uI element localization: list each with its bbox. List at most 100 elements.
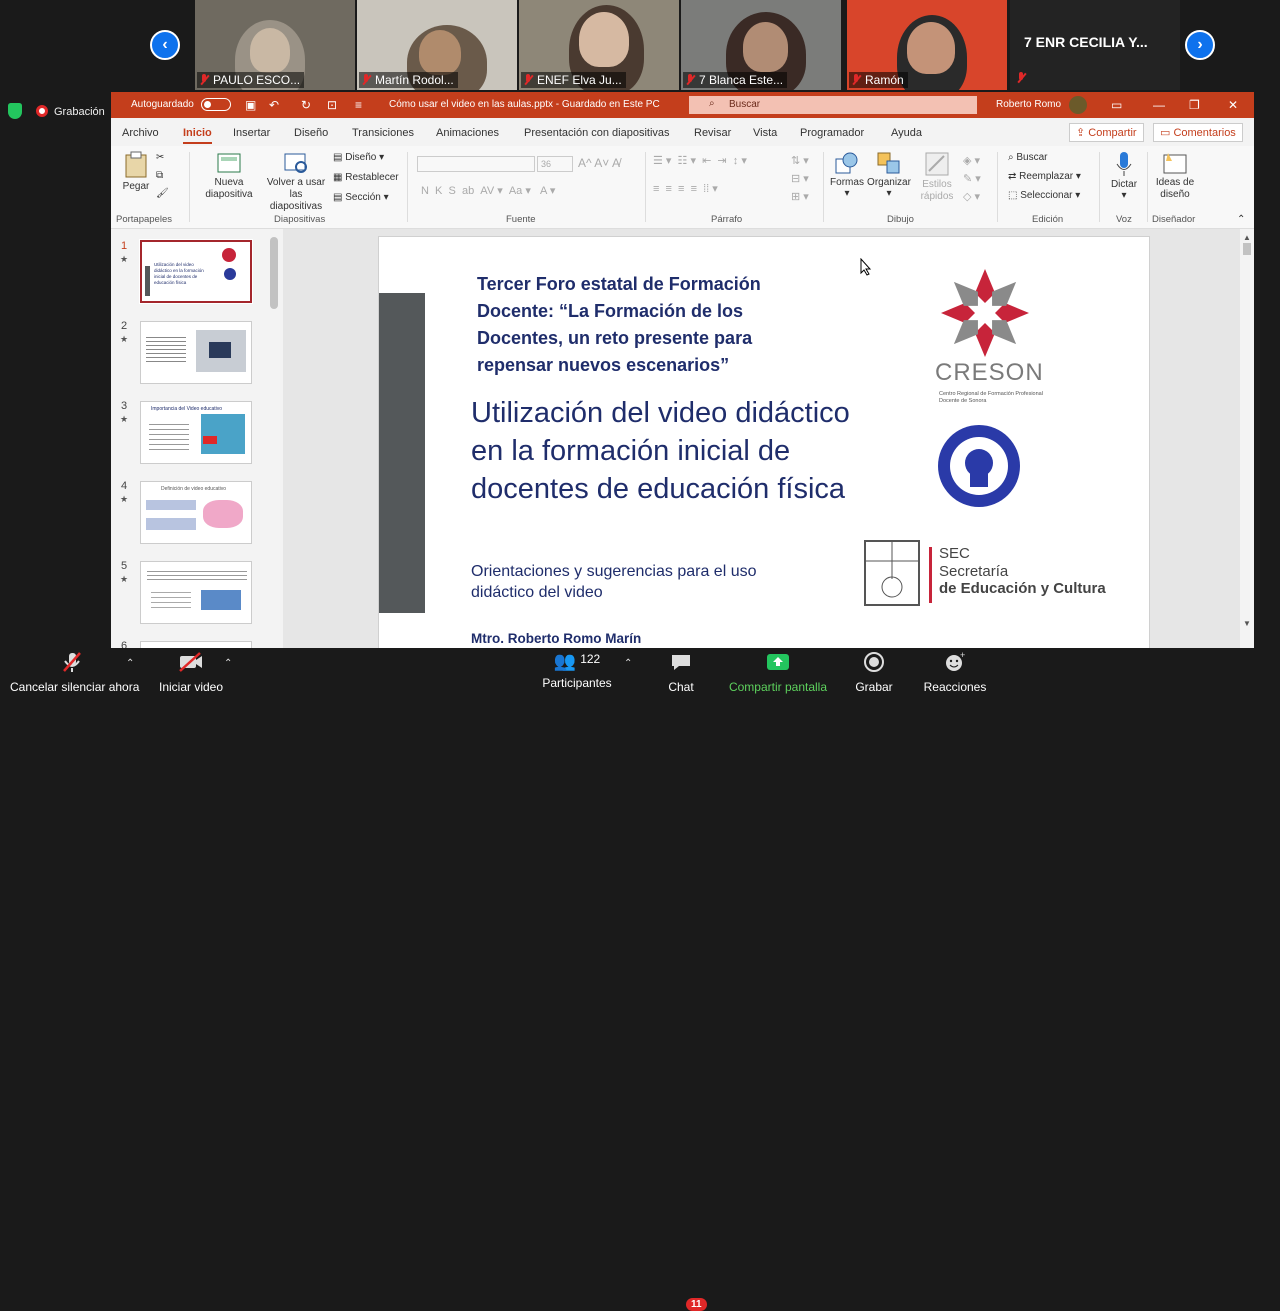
customize-toolbar-icon[interactable]: ≡: [355, 98, 362, 112]
slide-thumbnail[interactable]: [140, 641, 252, 648]
close-icon[interactable]: ✕: [1228, 98, 1238, 112]
participant-tile[interactable]: Martín Rodol...: [357, 0, 517, 90]
scrollbar-thumb[interactable]: [270, 237, 278, 309]
ribbon-display-icon[interactable]: ▭: [1111, 98, 1122, 112]
quick-styles-button[interactable]: Estilos rápidos: [917, 151, 957, 203]
participant-name: Ramón: [849, 72, 908, 88]
tab-insertar[interactable]: Insertar: [233, 127, 270, 139]
tab-ayuda[interactable]: Ayuda: [891, 127, 922, 139]
cut-icon[interactable]: ✂: [156, 152, 164, 163]
design-ideas-button[interactable]: Ideas de diseño: [1153, 151, 1197, 201]
share-screen-button[interactable]: Compartir pantalla: [728, 651, 828, 694]
copy-icon[interactable]: ⧉: [156, 170, 163, 181]
shape-fill-icon[interactable]: ◈ ▾: [963, 154, 980, 167]
tab-diseno[interactable]: Diseño: [294, 127, 328, 139]
tab-transiciones[interactable]: Transiciones: [352, 127, 414, 139]
align-icons[interactable]: ≡ ≡ ≡ ≡ ⁞⁞ ▾: [653, 182, 718, 195]
scroll-up-icon[interactable]: ▲: [1243, 233, 1251, 242]
dictate-button[interactable]: Dictar ▾: [1107, 151, 1141, 201]
share-button[interactable]: ⇪ Compartir: [1069, 123, 1144, 142]
chat-button[interactable]: Chat: [661, 651, 701, 694]
animation-star-icon: ★: [120, 254, 129, 264]
designer-group-label: Diseñador: [1152, 214, 1196, 225]
participant-tile[interactable]: 7 Blanca Este...: [681, 0, 841, 90]
creson-logo-icon: [941, 269, 1029, 357]
minimize-icon[interactable]: —: [1153, 98, 1165, 112]
arrange-button[interactable]: Organizar ▾: [867, 151, 911, 199]
participants-icon: 👥: [553, 651, 577, 671]
comments-button[interactable]: ▭ Comentarios: [1153, 123, 1243, 142]
search-box[interactable]: ⌕ Buscar: [689, 96, 977, 114]
participant-tile[interactable]: 7 ENR CECILIA Y...: [1010, 0, 1180, 90]
paste-button[interactable]: Pegar: [121, 151, 151, 192]
smartart-icon[interactable]: ⊞ ▾: [791, 190, 809, 203]
layout-icon: ▤: [333, 152, 346, 163]
avatar[interactable]: [1069, 96, 1087, 114]
participants-options-chevron-icon[interactable]: ⌃: [624, 658, 632, 669]
gallery-prev-button[interactable]: ‹: [150, 30, 180, 60]
reset-button[interactable]: ▦ Restablecer: [333, 172, 399, 183]
replace-button[interactable]: ⇄ Reemplazar ▾: [1008, 171, 1081, 182]
collapse-ribbon-icon[interactable]: ⌃: [1237, 214, 1245, 225]
participant-tile[interactable]: Ramón: [847, 0, 1007, 90]
tab-revisar[interactable]: Revisar: [694, 127, 731, 139]
select-button[interactable]: ⬚ Seleccionar ▾: [1008, 190, 1080, 201]
scrollbar-thumb[interactable]: [1243, 243, 1251, 255]
tab-programador[interactable]: Programador: [800, 127, 864, 139]
present-icon[interactable]: ⊡: [327, 98, 337, 112]
tab-archivo[interactable]: Archivo: [122, 127, 159, 139]
slide-thumbnail[interactable]: Importancia del Video educativo: [140, 401, 252, 464]
font-size-combo[interactable]: 36: [537, 156, 573, 172]
gallery-next-button[interactable]: ›: [1185, 30, 1215, 60]
font-style-icons[interactable]: N K S ab AV ▾ Aa ▾ A ▾: [421, 184, 555, 197]
find-button[interactable]: ⌕ Buscar: [1008, 152, 1048, 163]
record-button[interactable]: Grabar: [852, 651, 896, 694]
participant-tile[interactable]: PAULO ESCO...: [195, 0, 355, 90]
slide-thumbnail[interactable]: Utilización del video didáctico en la fo…: [139, 239, 253, 304]
chat-unread-badge: 11: [686, 1298, 707, 1311]
participant-tile[interactable]: ENEF Elva Ju...: [519, 0, 679, 90]
grow-font-icon[interactable]: A^ A˅ A̸: [578, 156, 620, 170]
unmute-button[interactable]: Cancelar silenciar ahora: [10, 651, 139, 694]
start-video-button[interactable]: Iniciar video: [156, 651, 226, 694]
slide-thumbnail[interactable]: Definición de video educativo: [140, 481, 252, 544]
slide-thumbnail[interactable]: [140, 561, 252, 624]
shape-outline-icon[interactable]: ✎ ▾: [963, 172, 981, 185]
align-text-icon[interactable]: ⊟ ▾: [791, 172, 809, 185]
font-family-combo[interactable]: [417, 156, 535, 172]
thumbnails-scrollbar[interactable]: [269, 229, 279, 648]
new-slide-button[interactable]: Nueva diapositiva: [199, 151, 259, 201]
scroll-down-icon[interactable]: ▼: [1243, 619, 1251, 628]
current-slide[interactable]: Tercer Foro estatal de Formación Docente…: [378, 236, 1150, 648]
autosave-toggle[interactable]: [201, 98, 231, 111]
reuse-slides-button[interactable]: Volver a usar las diapositivas: [263, 151, 329, 213]
shapes-button[interactable]: Formas ▾: [829, 151, 865, 199]
tab-animaciones[interactable]: Animaciones: [436, 127, 499, 139]
slide-title[interactable]: Utilización del video didáctico en la fo…: [471, 394, 851, 508]
text-direction-icon[interactable]: ⇅ ▾: [791, 154, 809, 167]
slide-author[interactable]: Mtro. Roberto Romo Marín: [471, 631, 641, 646]
slide-subtitle[interactable]: Orientaciones y sugerencias para el uso …: [471, 561, 801, 603]
slide-scrollbar[interactable]: ▲ ▼: [1240, 229, 1254, 648]
video-options-chevron-icon[interactable]: ⌃: [224, 658, 232, 669]
restore-icon[interactable]: ❐: [1189, 98, 1200, 112]
list-icons[interactable]: ☰ ▾ ☷ ▾ ⇤ ⇥ ↕ ▾: [653, 154, 747, 167]
reuse-slides-icon: [284, 153, 307, 173]
reactions-button[interactable]: + Reacciones: [922, 650, 988, 694]
shape-effects-icon[interactable]: ◇ ▾: [963, 190, 980, 203]
participants-button[interactable]: 👥 122 Participantes: [540, 651, 614, 690]
save-icon[interactable]: ▣: [245, 98, 256, 112]
record-icon: [864, 652, 884, 672]
tab-presentacion[interactable]: Presentación con diapositivas: [524, 127, 670, 139]
redo-icon[interactable]: ↻: [301, 98, 311, 112]
tab-inicio[interactable]: Inicio: [183, 127, 212, 144]
slide-thumbnail[interactable]: [140, 321, 252, 384]
audio-options-chevron-icon[interactable]: ⌃: [126, 658, 134, 669]
document-title: Cómo usar el video en las aulas.pptx - G…: [389, 99, 660, 110]
layout-button[interactable]: ▤ Diseño ▾: [333, 152, 384, 163]
section-button[interactable]: ▤ Sección ▾: [333, 192, 389, 203]
undo-icon[interactable]: ↶: [269, 98, 279, 112]
format-painter-icon[interactable]: 🖌: [156, 188, 169, 199]
tab-vista[interactable]: Vista: [753, 127, 777, 139]
forum-title[interactable]: Tercer Foro estatal de Formación Docente…: [477, 271, 807, 379]
